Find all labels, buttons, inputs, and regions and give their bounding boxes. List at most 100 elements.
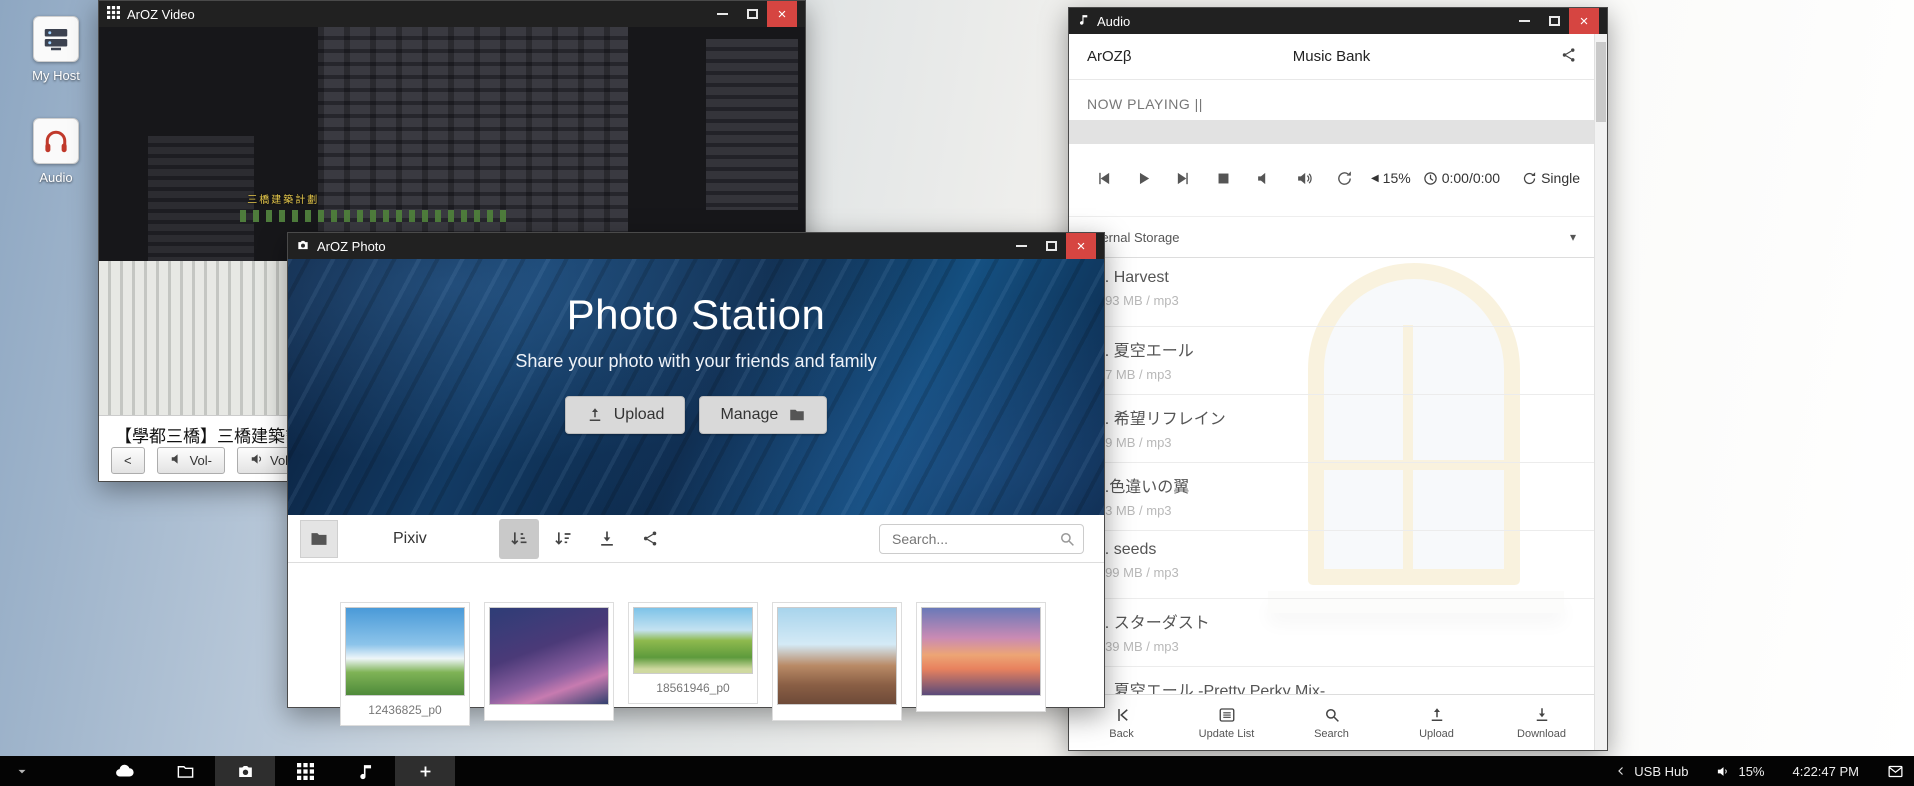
toolbar-actions [499,519,671,559]
chevron-left-icon [1615,765,1627,777]
section-title: Music Bank [1069,48,1594,65]
download-icon [597,529,617,549]
hero-subtitle: Share your photo with your friends and f… [515,351,876,372]
playback-controls: ◀ 15% 0:00/0:00 Single [1069,156,1594,200]
share-icon [641,529,660,548]
sort-ascending-icon [509,529,529,549]
photo-thumbnail[interactable] [916,602,1046,712]
audio-header: ArOZβ Music Bank [1069,34,1594,80]
search-icon[interactable] [1058,530,1076,553]
cloud-icon [114,760,136,782]
download-button[interactable] [587,519,627,559]
minimize-button[interactable] [1509,8,1539,34]
maximize-button[interactable] [1036,233,1066,259]
track-name: 01. 夏空エール [1087,337,1594,361]
desktop-icon-audio[interactable]: Audio [18,118,94,185]
close-button[interactable]: × [1066,233,1096,259]
camera-icon [236,762,255,781]
track-row[interactable]: 01.色違いの翼 9.63 MB / mp3 [1069,463,1594,531]
skip-forward-button[interactable] [1164,160,1204,196]
taskbar-apps [95,756,455,786]
video-window-title: ArOZ Video [127,7,195,22]
triangle-left-icon: ◀ [1371,173,1379,184]
footer-label: Update List [1199,728,1255,740]
mute-button[interactable] [1244,160,1284,196]
skip-back-button[interactable] [1083,160,1123,196]
clock-tray-item[interactable]: 4:22:47 PM [1793,764,1860,779]
photo-app-button[interactable] [215,756,275,786]
photo-image [345,607,465,696]
photo-titlebar[interactable]: ArOZ Photo × [288,233,1104,259]
messages-tray-item[interactable] [1887,763,1904,780]
photo-thumbnail[interactable] [772,602,902,721]
photo-thumbnail[interactable]: 18561946_p0 [628,602,758,704]
taskbar: USB Hub 15% 4:22:47 PM [0,756,1914,786]
audio-footer: Back Update List Search Upload Download [1069,694,1594,750]
share-button[interactable] [631,519,671,559]
maximize-button[interactable] [737,1,767,27]
video-titlebar[interactable]: ArOZ Video × [99,1,805,27]
maximize-button[interactable] [1539,8,1569,34]
usb-hub-tray-item[interactable]: USB Hub [1615,764,1688,779]
seek-bar[interactable] [1069,120,1594,144]
upload-button[interactable]: Upload [1384,695,1489,750]
track-row[interactable]: 02. 夏空エール -Pretty Perky Mix- [1069,667,1594,694]
photo-thumbnail[interactable] [484,602,614,721]
desktop-icon-my-host[interactable]: My Host [18,16,94,83]
upload-button[interactable]: Upload [565,396,686,434]
volume-down-button[interactable]: Vol- [157,447,225,474]
video-content-shape [706,39,798,211]
manage-button[interactable]: Manage [699,396,827,434]
repeat-button[interactable] [1325,160,1365,196]
audio-titlebar[interactable]: Audio × [1069,8,1607,34]
music-note-icon [356,762,375,781]
search-button[interactable]: Search [1279,695,1384,750]
photo-thumbnail[interactable]: 12436825_p0 [340,602,470,726]
photo-caption [489,705,609,716]
add-app-button[interactable] [395,756,455,786]
play-mode-toggle[interactable]: Single [1522,170,1580,186]
scrollbar-thumb[interactable] [1596,42,1606,122]
track-row[interactable]: 02. seeds 12.99 MB / mp3 [1069,531,1594,599]
minimize-button[interactable] [707,1,737,27]
music-app-button[interactable] [335,756,395,786]
minimize-button[interactable] [1006,233,1036,259]
video-app-button[interactable] [275,756,335,786]
stop-button[interactable] [1204,160,1244,196]
track-meta: 10.93 MB / mp3 [1087,293,1594,308]
folder-up-button[interactable] [300,520,338,558]
audio-window: Audio × ArOZβ Music Bank NOW PLAYING || [1068,7,1608,751]
close-button[interactable]: × [1569,8,1599,34]
prev-button[interactable]: < [111,447,145,474]
track-row[interactable]: 01. Harvest 10.93 MB / mp3 [1069,259,1594,327]
track-meta: 9.09 MB / mp3 [1087,435,1594,450]
track-row[interactable]: 01. 夏空エール 9.37 MB / mp3 [1069,327,1594,395]
sort-descending-button[interactable] [543,519,583,559]
scrollbar[interactable] [1594,34,1607,750]
track-row[interactable]: 02. スターダスト 12.39 MB / mp3 [1069,599,1594,667]
files-app-button[interactable] [155,756,215,786]
update-list-button[interactable]: Update List [1174,695,1279,750]
sort-ascending-button[interactable] [499,519,539,559]
video-overlay-text: 三橋建築計劃 [247,191,319,206]
clock-icon [1423,171,1438,186]
track-row[interactable]: 01. 希望リフレイン 9.09 MB / mp3 [1069,395,1594,463]
track-name: 01. Harvest [1087,269,1594,287]
play-button[interactable] [1123,160,1163,196]
search-input[interactable] [879,524,1084,554]
volume-button[interactable] [1284,160,1324,196]
list-icon [1218,706,1236,724]
prev-label: < [124,453,132,468]
play-mode-value: Single [1541,170,1580,186]
cloud-app-button[interactable] [95,756,155,786]
folder-icon [309,529,329,549]
close-button[interactable]: × [767,1,797,27]
time-readout: 0:00/0:00 [1423,170,1500,186]
taskbar-menu-caret[interactable] [0,756,44,786]
share-icon[interactable] [1560,46,1578,69]
storage-selector[interactable]: Internal Storage ▾ [1069,216,1594,258]
video-content-shape [240,210,508,222]
download-button[interactable]: Download [1489,695,1594,750]
grid-icon [107,6,120,22]
volume-tray-item[interactable]: 15% [1716,764,1764,779]
